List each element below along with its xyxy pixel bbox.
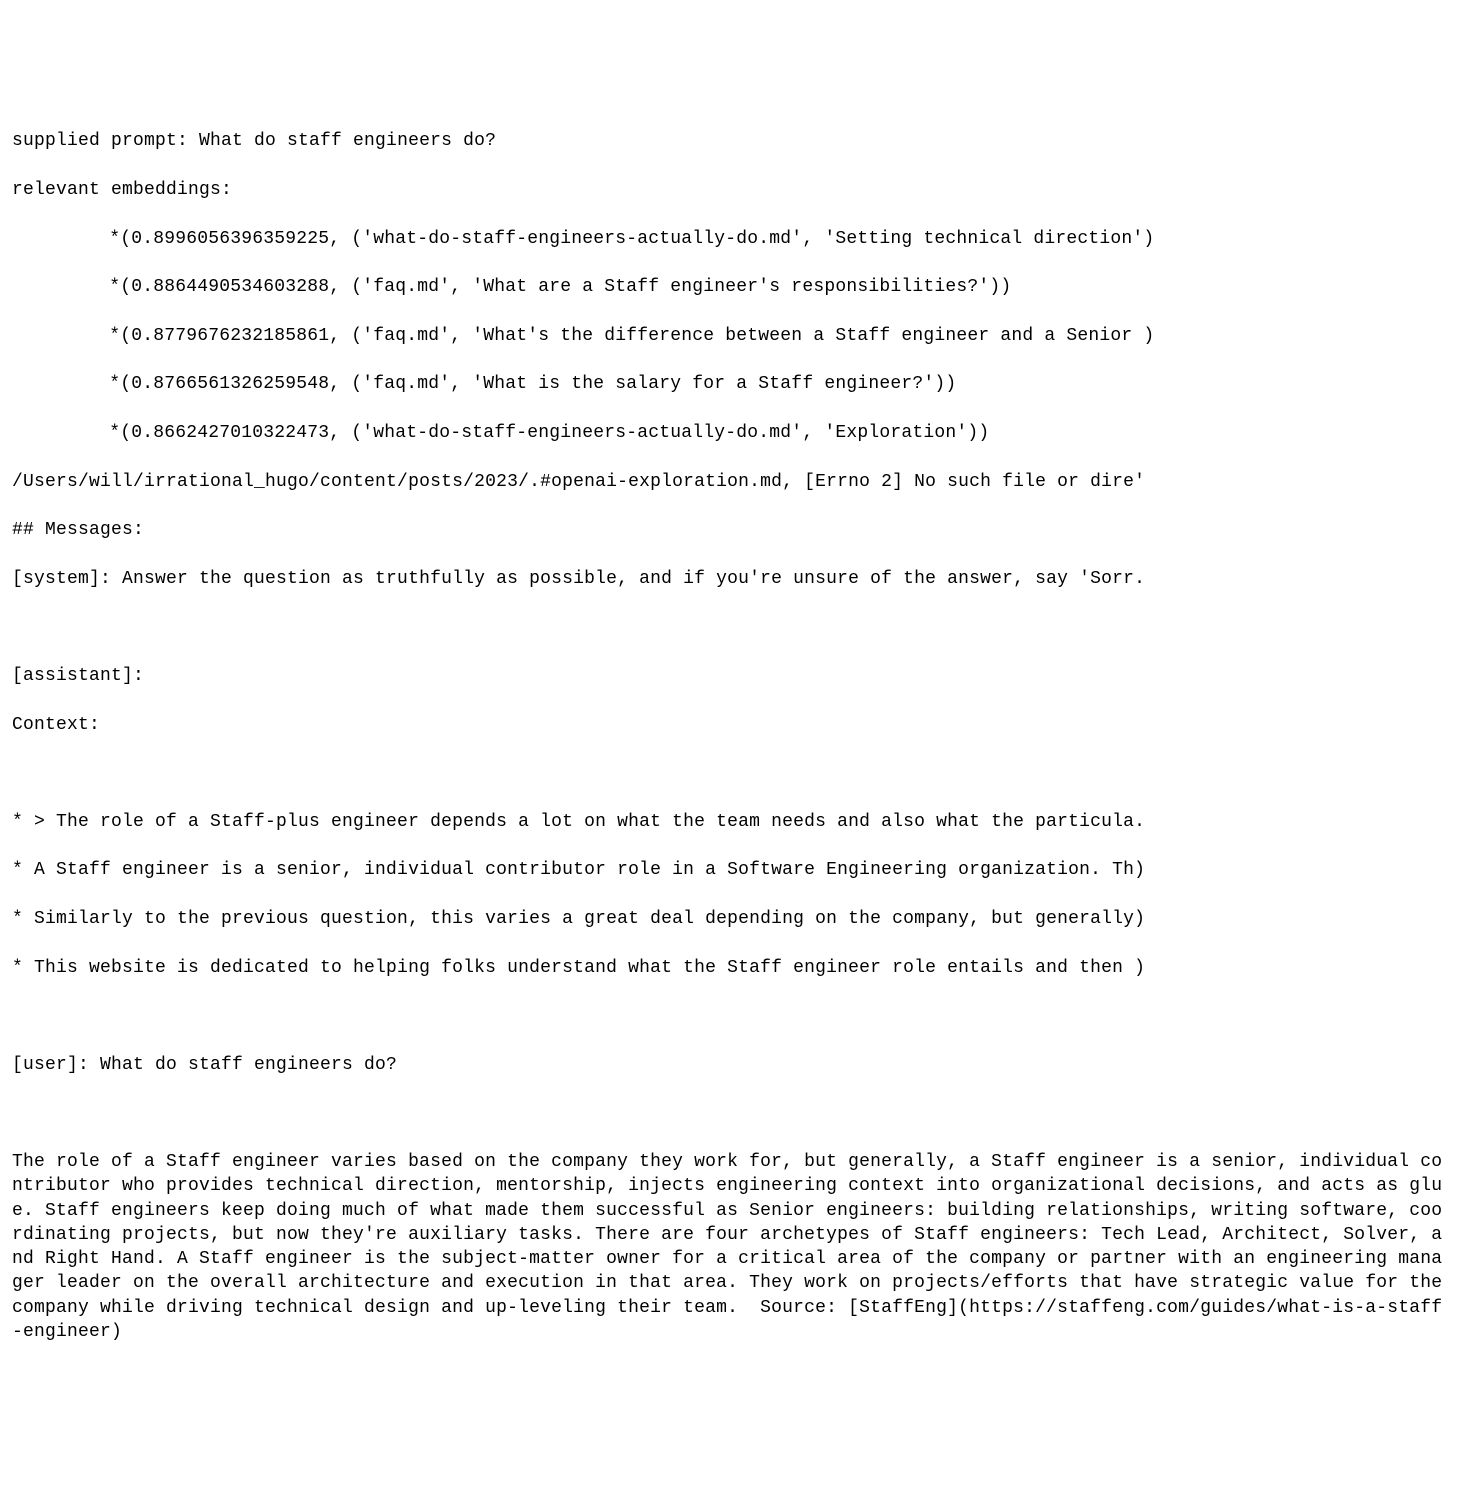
system-message: [system]: Answer the question as truthfu… [12, 567, 1448, 591]
blank-line [12, 615, 1448, 639]
context-bullet: * > The role of a Staff-plus engineer de… [12, 810, 1448, 834]
embedding-row: *(0.8662427010322473, ('what-do-staff-en… [12, 421, 1448, 445]
blank-line [12, 1101, 1448, 1125]
supplied-prompt-line: supplied prompt: What do staff engineers… [12, 129, 1448, 153]
answer-text: The role of a Staff engineer varies base… [12, 1150, 1448, 1344]
context-bullet: * Similarly to the previous question, th… [12, 907, 1448, 931]
embedding-row: *(0.8864490534603288, ('faq.md', 'What a… [12, 275, 1448, 299]
supplied-prompt-text: What do staff engineers do? [199, 131, 496, 151]
assistant-label: [assistant]: [12, 664, 1448, 688]
blank-line [12, 1004, 1448, 1028]
terminal-output: supplied prompt: What do staff engineers… [12, 105, 1448, 1368]
context-label: Context: [12, 713, 1448, 737]
embedding-row: *(0.8766561326259548, ('faq.md', 'What i… [12, 372, 1448, 396]
embedding-row: *(0.8779676232185861, ('faq.md', 'What's… [12, 324, 1448, 348]
user-message: [user]: What do staff engineers do? [12, 1053, 1448, 1077]
embeddings-header: relevant embeddings: [12, 178, 1448, 202]
error-line: /Users/will/irrational_hugo/content/post… [12, 470, 1448, 494]
messages-header: ## Messages: [12, 518, 1448, 542]
context-bullet: * A Staff engineer is a senior, individu… [12, 858, 1448, 882]
embedding-row: *(0.8996056396359225, ('what-do-staff-en… [12, 227, 1448, 251]
blank-line [12, 761, 1448, 785]
context-bullet: * This website is dedicated to helping f… [12, 956, 1448, 980]
supplied-prompt-label: supplied prompt: [12, 131, 199, 151]
